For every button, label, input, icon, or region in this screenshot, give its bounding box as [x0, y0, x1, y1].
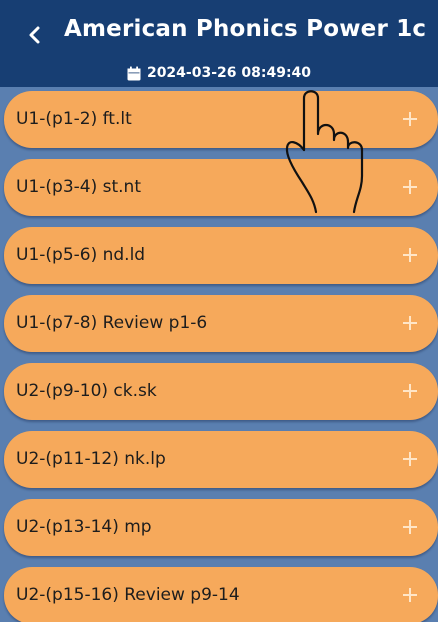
- page-title: American Phonics Power 1c: [64, 16, 427, 42]
- plus-icon: [402, 451, 418, 467]
- list-item-label: U1-(p1-2) ft.lt: [16, 109, 132, 129]
- list-item[interactable]: U1-(p7-8) Review p1-6: [4, 295, 438, 352]
- plus-icon: [402, 519, 418, 535]
- plus-icon: [402, 315, 418, 331]
- chevron-left-icon: [29, 26, 40, 44]
- plus-icon: [402, 247, 418, 263]
- app-header: American Phonics Power 1c 2024-03-26 08:…: [0, 0, 438, 87]
- list-item-label: U1-(p5-6) nd.ld: [16, 245, 146, 265]
- datetime-text: 2024-03-26 08:49:40: [146, 65, 312, 81]
- list-item[interactable]: U2-(p9-10) ck.sk: [4, 363, 438, 420]
- list-item[interactable]: U1-(p5-6) nd.ld: [4, 227, 438, 284]
- list-item-label: U2-(p15-16) Review p9-14: [16, 585, 240, 605]
- list-item[interactable]: U1-(p3-4) st.nt: [4, 159, 438, 216]
- list-item-label: U2-(p11-12) nk.lp: [16, 449, 166, 469]
- list-item[interactable]: U2-(p15-16) Review p9-14: [4, 567, 438, 622]
- plus-icon: [402, 383, 418, 399]
- plus-icon: [402, 111, 418, 127]
- list-item-label: U2-(p13-14) mp: [16, 517, 152, 537]
- list-item-label: U1-(p3-4) st.nt: [16, 177, 141, 197]
- date-row: 2024-03-26 08:49:40: [0, 62, 438, 84]
- list-item[interactable]: U2-(p13-14) mp: [4, 499, 438, 556]
- back-button[interactable]: [22, 20, 48, 50]
- list-item[interactable]: U2-(p11-12) nk.lp: [4, 431, 438, 488]
- list-item[interactable]: U1-(p1-2) ft.lt: [4, 91, 438, 148]
- list-item-label: U1-(p7-8) Review p1-6: [16, 313, 208, 333]
- plus-icon: [402, 587, 418, 603]
- calendar-icon: [127, 66, 141, 80]
- list-item-label: U2-(p9-10) ck.sk: [16, 381, 157, 401]
- plus-icon: [402, 179, 418, 195]
